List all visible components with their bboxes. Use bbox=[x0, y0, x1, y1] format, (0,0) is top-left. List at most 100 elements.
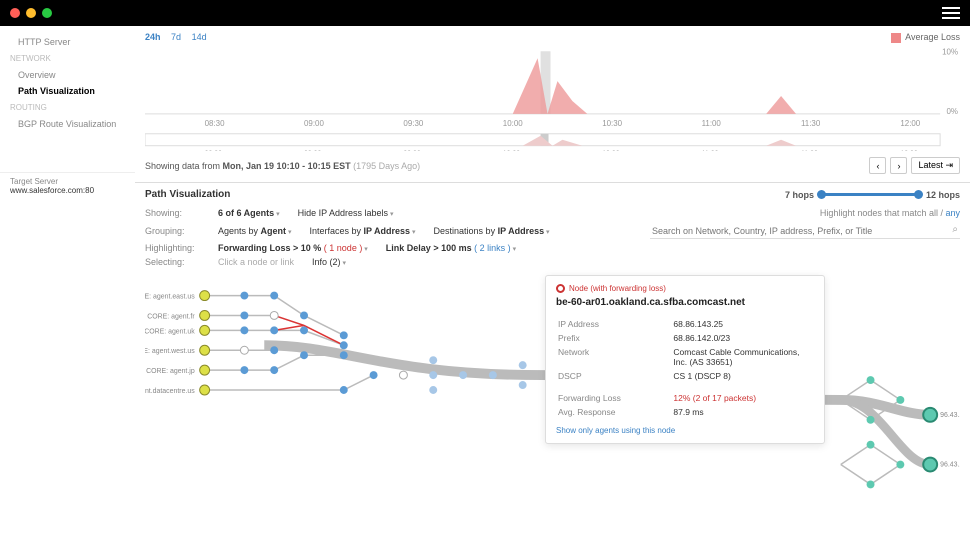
search-icon[interactable]: ⌕ bbox=[952, 224, 958, 235]
tooltip-title: be-60-ar01.oakland.ca.sfba.comcast.net bbox=[556, 297, 814, 308]
agent-label: CORE: agent.fr bbox=[147, 313, 195, 320]
range-7d[interactable]: 7d bbox=[171, 32, 181, 42]
hop-node[interactable] bbox=[340, 341, 348, 349]
hop-node[interactable] bbox=[429, 356, 437, 364]
loss-area-2 bbox=[766, 96, 796, 114]
hop-node[interactable] bbox=[300, 311, 308, 319]
pager-controls: ‹ › Latest ⇥ bbox=[869, 157, 960, 174]
tooltip-header: Node (with forwarding loss) bbox=[556, 284, 814, 293]
agent-node[interactable] bbox=[200, 291, 210, 301]
chart-legend: Average Loss bbox=[891, 32, 960, 43]
close-window-icon[interactable] bbox=[10, 8, 20, 18]
pv-controls: Showing: 6 of 6 Agents Hide IP Address l… bbox=[145, 206, 960, 269]
range-24h[interactable]: 24h bbox=[145, 32, 161, 42]
hop-node[interactable] bbox=[340, 331, 348, 339]
group-agents-dropdown[interactable]: Agents by Agent bbox=[218, 226, 292, 236]
timeline-chart[interactable]: 10% 0% 08:3009:0009:3010:00 10:3011:0011… bbox=[145, 46, 960, 151]
link-delay-filter[interactable]: Link Delay > 100 ms ( 2 links ) bbox=[386, 243, 516, 253]
sidebar-item-overview[interactable]: Overview bbox=[0, 67, 135, 83]
mini-loss-2 bbox=[766, 140, 796, 146]
hop-node[interactable] bbox=[370, 371, 378, 379]
hop-node[interactable] bbox=[429, 386, 437, 394]
svg-text:08:30: 08:30 bbox=[205, 119, 225, 128]
tooltip-filter-link[interactable]: Show only agents using this node bbox=[556, 426, 814, 435]
target-label: Target Server bbox=[10, 177, 125, 186]
tooltip-details: IP Address68.86.143.25 Prefix68.86.142.0… bbox=[556, 316, 814, 420]
hops-range-slider[interactable] bbox=[820, 193, 920, 196]
hide-labels-dropdown[interactable]: Hide IP Address labels bbox=[298, 208, 394, 218]
svg-text:09:30: 09:30 bbox=[403, 119, 423, 128]
pv-title: Path Visualization bbox=[145, 189, 230, 200]
hop-node[interactable] bbox=[867, 480, 875, 488]
x-axis-ticks-1: 08:3009:0009:3010:00 10:3011:0011:3012:0… bbox=[205, 119, 921, 128]
agent-node[interactable] bbox=[200, 365, 210, 375]
hop-node[interactable] bbox=[300, 326, 308, 334]
hop-node[interactable] bbox=[896, 461, 904, 469]
hop-node[interactable] bbox=[340, 351, 348, 359]
content-area: 24h 7d 14d Average Loss 10% 0% 08:3009:0… bbox=[135, 26, 970, 534]
hop-node[interactable] bbox=[519, 361, 527, 369]
menu-icon[interactable] bbox=[942, 7, 960, 19]
destination-node[interactable] bbox=[923, 408, 937, 422]
hop-node[interactable] bbox=[240, 311, 248, 319]
destination-node[interactable] bbox=[923, 458, 937, 472]
latest-button[interactable]: Latest ⇥ bbox=[911, 157, 960, 174]
group-interfaces-dropdown[interactable]: Interfaces by IP Address bbox=[310, 226, 416, 236]
minimize-window-icon[interactable] bbox=[26, 8, 36, 18]
next-button[interactable]: › bbox=[890, 157, 907, 174]
hop-node[interactable] bbox=[489, 371, 497, 379]
hop-node[interactable] bbox=[519, 381, 527, 389]
hop-node[interactable] bbox=[300, 351, 308, 359]
sidebar-item-http-server[interactable]: HTTP Server bbox=[0, 34, 135, 50]
hop-node[interactable] bbox=[270, 366, 278, 374]
hop-node[interactable] bbox=[867, 441, 875, 449]
agent-node[interactable] bbox=[200, 310, 210, 320]
match-any-link[interactable]: any bbox=[945, 208, 960, 218]
hop-node[interactable] bbox=[399, 371, 407, 379]
agent-node[interactable] bbox=[200, 325, 210, 335]
dest-label: 96.43.144.26 bbox=[940, 412, 960, 419]
range-14d[interactable]: 14d bbox=[192, 32, 207, 42]
hop-node[interactable] bbox=[896, 396, 904, 404]
group-dest-dropdown[interactable]: Destinations by IP Address bbox=[434, 226, 550, 236]
agent-node[interactable] bbox=[200, 345, 210, 355]
time-range-selector: 24h 7d 14d Average Loss bbox=[145, 32, 960, 42]
hop-node[interactable] bbox=[270, 292, 278, 300]
traffic-lights bbox=[10, 8, 52, 18]
agents-dropdown[interactable]: 6 of 6 Agents bbox=[218, 208, 280, 218]
hop-node[interactable] bbox=[867, 376, 875, 384]
highlight-search-input[interactable] bbox=[650, 224, 960, 239]
hop-node[interactable] bbox=[270, 346, 278, 354]
svg-text:10:00: 10:00 bbox=[503, 119, 523, 128]
slider-handle-min[interactable] bbox=[817, 190, 826, 199]
info-dropdown[interactable]: Info (2) bbox=[312, 257, 346, 267]
svg-text:12:00: 12:00 bbox=[900, 119, 920, 128]
agent-node[interactable] bbox=[200, 385, 210, 395]
sidebar-item-path-visualization[interactable]: Path Visualization bbox=[0, 83, 135, 99]
y-axis-bottom: 0% bbox=[947, 107, 958, 116]
forwarding-loss-filter[interactable]: Forwarding Loss > 10 % ( 1 node ) bbox=[218, 243, 368, 253]
hop-node[interactable] bbox=[270, 311, 278, 319]
hop-node[interactable] bbox=[867, 416, 875, 424]
path-topology[interactable]: CORE: agent.east.us CORE: agent.fr CORE:… bbox=[145, 275, 960, 505]
prev-button[interactable]: ‹ bbox=[869, 157, 886, 174]
search-container: ⌕ bbox=[650, 224, 960, 239]
maximize-window-icon[interactable] bbox=[42, 8, 52, 18]
sidebar-item-bgp-route[interactable]: BGP Route Visualization bbox=[0, 116, 135, 132]
hop-node[interactable] bbox=[240, 326, 248, 334]
agent-label: CORE: agent.uk bbox=[145, 328, 195, 335]
slider-handle-max[interactable] bbox=[914, 190, 923, 199]
hop-node[interactable] bbox=[240, 292, 248, 300]
hop-node[interactable] bbox=[270, 326, 278, 334]
sidebar: HTTP Server NETWORK Overview Path Visual… bbox=[0, 26, 135, 534]
svg-text:11:00: 11:00 bbox=[702, 119, 722, 128]
hop-node[interactable] bbox=[459, 371, 467, 379]
hop-node[interactable] bbox=[429, 371, 437, 379]
window-titlebar bbox=[0, 0, 970, 26]
hop-node[interactable] bbox=[240, 346, 248, 354]
time-window-label: Showing data from Mon, Jan 19 10:10 - 10… bbox=[145, 157, 960, 174]
agent-label: CORE: agent.jp bbox=[146, 368, 195, 375]
mini-loss bbox=[523, 136, 583, 146]
hop-node[interactable] bbox=[340, 386, 348, 394]
hop-node[interactable] bbox=[240, 366, 248, 374]
